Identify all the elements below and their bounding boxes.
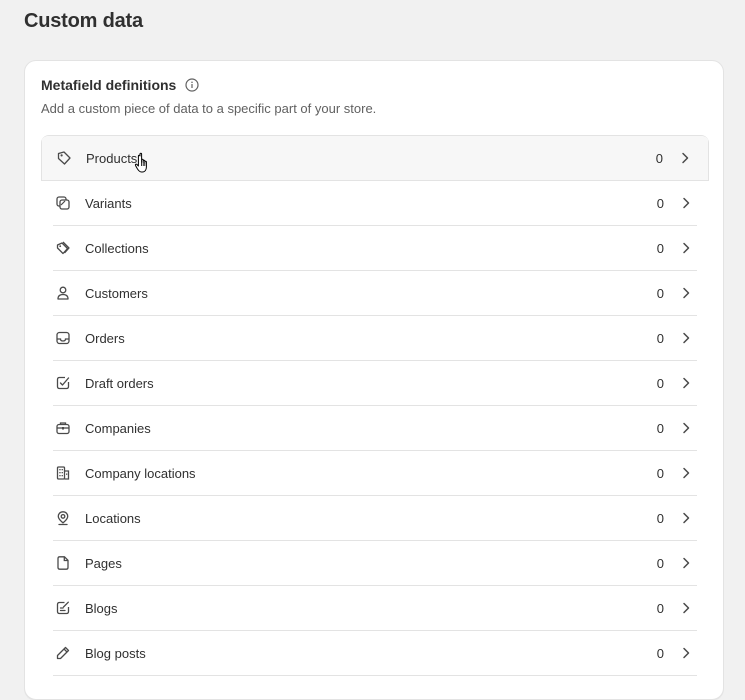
list-item-collections[interactable]: Collections 0 [41,226,709,271]
list-item-count: 0 [656,286,664,301]
list-item-count: 0 [656,241,664,256]
list-item-label: Customers [85,286,148,301]
chevron-right-icon [679,601,693,615]
variants-icon [55,195,71,211]
list-item-label: Pages [85,556,122,571]
resource-list: Products 0 Variants 0 Collections 0 Cust… [41,135,709,676]
chevron-right-icon [679,286,693,300]
list-item-label: Companies [85,421,151,436]
metafield-definitions-card: Metafield definitions Add a custom piece… [24,60,724,700]
chevron-right-icon [679,556,693,570]
list-item-count: 0 [656,331,664,346]
page-icon [55,555,71,571]
chevron-right-icon [679,511,693,525]
card-description: Add a custom piece of data to a specific… [41,101,377,116]
list-item-variants[interactable]: Variants 0 [41,181,709,226]
page-title: Custom data [24,10,143,32]
list-item-company-locations[interactable]: Company locations 0 [41,451,709,496]
list-item-label: Blogs [85,601,118,616]
list-item-blogs[interactable]: Blogs 0 [41,586,709,631]
list-item-label: Products [86,151,138,166]
chevron-right-icon [679,466,693,480]
chevron-right-icon [679,241,693,255]
chevron-right-icon [679,331,693,345]
list-item-customers[interactable]: Customers 0 [41,271,709,316]
location-pin-icon [55,510,71,526]
blog-icon [55,600,71,616]
list-item-blog-posts[interactable]: Blog posts 0 [41,631,709,676]
list-item-locations[interactable]: Locations 0 [41,496,709,541]
person-icon [55,285,71,301]
list-item-pages[interactable]: Pages 0 [41,541,709,586]
list-item-count: 0 [656,601,664,616]
list-item-label: Blog posts [85,646,146,661]
chevron-right-icon [678,151,692,165]
card-header: Metafield definitions [41,77,200,93]
collection-icon [55,240,71,256]
card-title: Metafield definitions [41,77,177,93]
list-item-count: 0 [656,196,664,211]
list-item-orders[interactable]: Orders 0 [41,316,709,361]
list-item-count: 0 [656,421,664,436]
draft-order-icon [55,375,71,391]
list-item-label: Company locations [85,466,196,481]
list-item-count: 0 [656,511,664,526]
list-item-count: 0 [656,646,664,661]
list-item-companies[interactable]: Companies 0 [41,406,709,451]
list-item-count: 0 [655,151,663,166]
list-item-label: Orders [85,331,125,346]
tag-icon [56,150,72,166]
chevron-right-icon [679,421,693,435]
list-item-label: Collections [85,241,149,256]
list-item-count: 0 [656,556,664,571]
pencil-icon [55,645,71,661]
briefcase-icon [55,420,71,436]
list-item-count: 0 [656,466,664,481]
list-item-label: Draft orders [85,376,154,391]
chevron-right-icon [679,646,693,660]
list-item-count: 0 [656,376,664,391]
info-icon[interactable] [184,77,200,93]
list-item-products[interactable]: Products 0 [41,136,709,181]
list-item-draft-orders[interactable]: Draft orders 0 [41,361,709,406]
list-item-label: Locations [85,511,141,526]
building-icon [55,465,71,481]
chevron-right-icon [679,196,693,210]
chevron-right-icon [679,376,693,390]
inbox-icon [55,330,71,346]
list-item-label: Variants [85,196,132,211]
